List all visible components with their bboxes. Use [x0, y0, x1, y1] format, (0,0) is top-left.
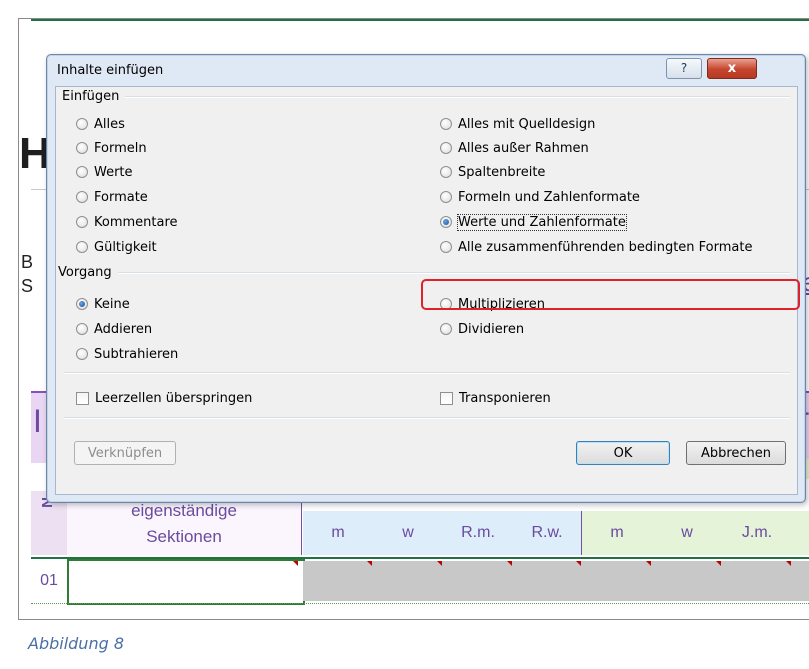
sheet-data-row: 01 — [31, 557, 809, 605]
checkbox-box[interactable] — [440, 391, 453, 405]
sheet-bottom-border — [31, 603, 809, 605]
sektionen-header-line1: eigenständige — [131, 501, 237, 520]
checkbox-box[interactable] — [76, 391, 89, 405]
checkbox-transponieren[interactable]: Transponieren — [440, 389, 551, 407]
paste-special-dialog: Inhalte einfügen ? x Einfügen Alles Form… — [46, 54, 806, 503]
sheet-header-fragment-i: I — [33, 403, 42, 439]
radio-circle[interactable] — [76, 241, 88, 253]
sektionen-header-line2: Sektionen — [146, 527, 222, 546]
checkbox-label: Transponieren — [459, 390, 551, 406]
radio-dividieren[interactable]: Dividieren — [440, 320, 524, 338]
dialog-body: Einfügen Alles Formeln Werte Formate Kom… — [55, 86, 800, 495]
sheet-subcolumn-header: m — [303, 511, 374, 555]
sheet-subcolumn-header: R.m. — [443, 511, 514, 555]
radio-label: Subtrahieren — [94, 346, 179, 362]
comment-marker — [716, 561, 721, 566]
separator-line — [64, 417, 790, 419]
ok-button[interactable]: OK — [576, 441, 670, 465]
radio-label: Dividieren — [458, 321, 525, 337]
vorgang-group-line — [64, 272, 790, 274]
radio-label: Keine — [94, 296, 130, 312]
vorgang-group-label: Vorgang — [58, 265, 118, 280]
radio-circle[interactable] — [76, 142, 88, 154]
radio-label: Formeln — [94, 140, 147, 156]
radio-circle[interactable] — [76, 323, 88, 335]
radio-circle-selected[interactable] — [440, 216, 452, 228]
radio-label: Alles mit Quelldesign — [458, 116, 596, 132]
radio-circle[interactable] — [440, 323, 452, 335]
comment-marker — [507, 561, 512, 566]
separator-line — [64, 372, 790, 374]
radio-circle[interactable] — [76, 191, 88, 203]
radio-werte-und-zahlenformate[interactable]: Werte und Zahlenformate — [440, 213, 627, 231]
figure-caption: Abbildung 8 — [28, 634, 125, 653]
radio-circle-selected[interactable] — [76, 298, 88, 310]
radio-label: Formate — [94, 189, 148, 205]
radio-circle[interactable] — [440, 142, 452, 154]
radio-label: Addieren — [94, 321, 153, 337]
radio-alles[interactable]: Alles — [76, 115, 125, 133]
help-button[interactable]: ? — [666, 58, 702, 79]
radio-label: Spaltenbreite — [458, 164, 546, 180]
radio-circle[interactable] — [76, 166, 88, 178]
radio-label: Alle zusammenführenden bedingten Formate — [458, 239, 753, 255]
verknuepfen-button[interactable]: Verknüpfen — [74, 441, 176, 465]
checkbox-label: Leerzellen überspringen — [95, 390, 253, 406]
close-button[interactable]: x — [707, 58, 757, 79]
dialog-title: Inhalte einfügen — [57, 63, 164, 78]
radio-label: Kommentare — [94, 214, 178, 230]
comment-marker — [576, 561, 581, 566]
sheet-subcolumn-header: w — [652, 511, 723, 555]
sheet-subcolumn-header: m — [582, 511, 653, 555]
radio-label: Werte und Zahlenformate — [457, 213, 627, 231]
radio-kommentare[interactable]: Kommentare — [76, 213, 178, 231]
sheet-subcolumn-header: w — [373, 511, 444, 555]
radio-subtrahieren[interactable]: Subtrahieren — [76, 345, 178, 363]
radio-label: Alles außer Rahmen — [458, 140, 589, 156]
comment-marker — [786, 561, 791, 566]
sheet-text-fragment-s: S — [21, 276, 34, 296]
radio-label: Alles — [94, 116, 125, 132]
screenshot-frame: H B S ve I T rs N eigenständige Sektione… — [18, 18, 809, 620]
radio-circle[interactable] — [76, 216, 88, 228]
sheet-text-fragment-b: B — [21, 252, 34, 272]
einfuegen-group-line — [64, 96, 790, 98]
radio-alle-zusammenfuehrenden-bedingten-formate[interactable]: Alle zusammenführenden bedingten Formate — [440, 238, 752, 256]
comment-marker — [367, 561, 372, 566]
comment-marker — [293, 561, 298, 566]
sheet-top-border — [31, 19, 809, 21]
sheet-subcolumn-header: J.m. — [722, 511, 793, 555]
radio-spaltenbreite[interactable]: Spaltenbreite — [440, 163, 545, 181]
radio-formate[interactable]: Formate — [76, 188, 148, 206]
comment-marker — [437, 561, 442, 566]
comment-marker — [646, 561, 651, 566]
sheet-active-cell[interactable] — [67, 559, 305, 605]
sheet-subcolumn-header: R.w. — [513, 511, 582, 555]
radio-alles-mit-quelldesign[interactable]: Alles mit Quelldesign — [440, 115, 595, 133]
radio-label: Werte — [94, 164, 133, 180]
checkbox-leerzellen-ueberspringen[interactable]: Leerzellen überspringen — [76, 389, 252, 407]
highlight-annotation — [421, 279, 800, 310]
radio-formeln[interactable]: Formeln — [76, 139, 147, 157]
einfuegen-group-label: Einfügen — [62, 89, 126, 104]
dialog-titlebar[interactable]: Inhalte einfügen ? x — [47, 55, 805, 85]
radio-keine[interactable]: Keine — [76, 295, 130, 313]
radio-alles-ausser-rahmen[interactable]: Alles außer Rahmen — [440, 139, 589, 157]
radio-circle[interactable] — [440, 166, 452, 178]
radio-addieren[interactable]: Addieren — [76, 320, 152, 338]
row-number: 01 — [40, 572, 58, 589]
radio-circle[interactable] — [440, 118, 452, 130]
radio-label: Formeln und Zahlenformate — [458, 189, 640, 205]
radio-werte[interactable]: Werte — [76, 163, 133, 181]
radio-circle[interactable] — [76, 348, 88, 360]
radio-formeln-und-zahlenformate[interactable]: Formeln und Zahlenformate — [440, 188, 640, 206]
radio-circle[interactable] — [440, 241, 452, 253]
abbrechen-button[interactable]: Abbrechen — [686, 441, 786, 465]
sheet-grey-cells — [303, 561, 809, 601]
radio-circle[interactable] — [76, 118, 88, 130]
radio-label: Gültigkeit — [94, 239, 157, 255]
radio-gueltigkeit[interactable]: Gültigkeit — [76, 238, 157, 256]
sheet-subcolumn-header-edge — [792, 511, 809, 555]
radio-circle[interactable] — [440, 191, 452, 203]
